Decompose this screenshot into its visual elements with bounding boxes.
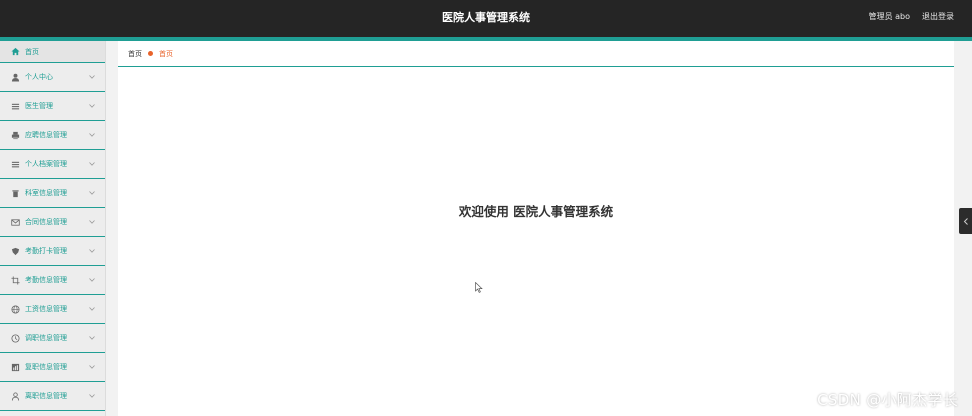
sidebar-item-salary[interactable]: 工资信息管理: [0, 295, 105, 324]
chevron-down-icon: [89, 190, 95, 196]
chevron-down-icon: [89, 74, 95, 80]
user-label[interactable]: 管理员 abo: [869, 0, 910, 37]
breadcrumb: 首页 首页: [118, 41, 954, 67]
chevron-down-icon: [89, 277, 95, 283]
sidebar-item-label: 医生管理: [25, 102, 53, 110]
top-right-actions: 管理员 abo 退出登录: [869, 0, 954, 37]
chevron-down-icon: [89, 161, 95, 167]
sidebar-item-label: 复职信息管理: [25, 363, 67, 371]
collapse-toggle-tab[interactable]: [959, 208, 972, 234]
crop-icon: [11, 275, 20, 285]
sidebar-item-label: 考勤打卡管理: [25, 247, 67, 255]
sidebar-item-label: 应聘信息管理: [25, 131, 67, 139]
chevron-down-icon: [89, 219, 95, 225]
sidebar-item-attendance-info[interactable]: 考勤信息管理: [0, 266, 105, 295]
logout-button[interactable]: 退出登录: [922, 0, 954, 37]
mouse-cursor-icon: [475, 282, 483, 293]
clock-icon: [11, 333, 20, 343]
chevron-down-icon: [89, 132, 95, 138]
shield-icon: [11, 247, 20, 256]
sidebar-item-home[interactable]: 首页: [0, 41, 105, 63]
watermark: CSDN @小阿杰学长: [817, 391, 958, 409]
sidebar-item-label: 科室信息管理: [25, 189, 67, 197]
chevron-down-icon: [89, 306, 95, 312]
person-icon: [11, 391, 20, 401]
sidebar-item-contract[interactable]: 合同信息管理: [0, 208, 105, 237]
sidebar-item-personal-file[interactable]: 个人档案管理: [0, 150, 105, 179]
chevron-down-icon: [89, 248, 95, 254]
app-title: 医院人事管理系统: [442, 11, 530, 24]
sidebar-item-label: 调职信息管理: [25, 334, 67, 342]
printer-icon: [11, 131, 20, 140]
chevron-down-icon: [89, 393, 95, 399]
sidebar-item-label: 考勤信息管理: [25, 276, 67, 284]
sidebar-item-personal-center[interactable]: 个人中心: [0, 63, 105, 92]
sidebar-item-label: 个人中心: [25, 73, 53, 81]
breadcrumb-home[interactable]: 首页: [128, 49, 142, 59]
sidebar-item-label: 离职信息管理: [25, 392, 67, 400]
breadcrumb-separator-dot: [148, 51, 153, 56]
breadcrumb-current: 首页: [159, 49, 173, 58]
sidebar-item-doctor[interactable]: 医生管理: [0, 92, 105, 121]
chevron-down-icon: [89, 364, 95, 370]
home-icon: [11, 47, 20, 56]
user-icon: [11, 73, 20, 82]
sidebar-item-recruitment[interactable]: 应聘信息管理: [0, 121, 105, 150]
chevron-left-icon: [963, 217, 968, 225]
sidebar-item-label: 合同信息管理: [25, 218, 67, 226]
chevron-down-icon: [89, 103, 95, 109]
sidebar-item-label: 个人档案管理: [25, 160, 67, 168]
mail-icon: [11, 218, 20, 227]
chevron-down-icon: [89, 335, 95, 341]
main-content: 首页 首页 欢迎使用 医院人事管理系统: [118, 41, 954, 416]
sidebar-item-transfer[interactable]: 调职信息管理: [0, 324, 105, 353]
list-icon: [11, 102, 20, 111]
trash-icon: [11, 189, 20, 198]
sidebar-item-reinstate[interactable]: 复职信息管理: [0, 353, 105, 382]
sidebar: 首页 个人中心 医生管理 应聘信息管理 个人档案管理 科室信息管理 合同信息管理…: [0, 41, 106, 416]
globe-icon: [11, 304, 20, 314]
sidebar-item-attendance-clock[interactable]: 考勤打卡管理: [0, 237, 105, 266]
sidebar-item-label: 首页: [25, 47, 39, 56]
sidebar-item-resignation[interactable]: 离职信息管理: [0, 382, 105, 411]
chart-icon: [11, 363, 20, 372]
sidebar-item-department[interactable]: 科室信息管理: [0, 179, 105, 208]
list-icon: [11, 160, 20, 169]
sidebar-item-label: 工资信息管理: [25, 305, 67, 313]
welcome-message: 欢迎使用 医院人事管理系统: [458, 204, 614, 219]
